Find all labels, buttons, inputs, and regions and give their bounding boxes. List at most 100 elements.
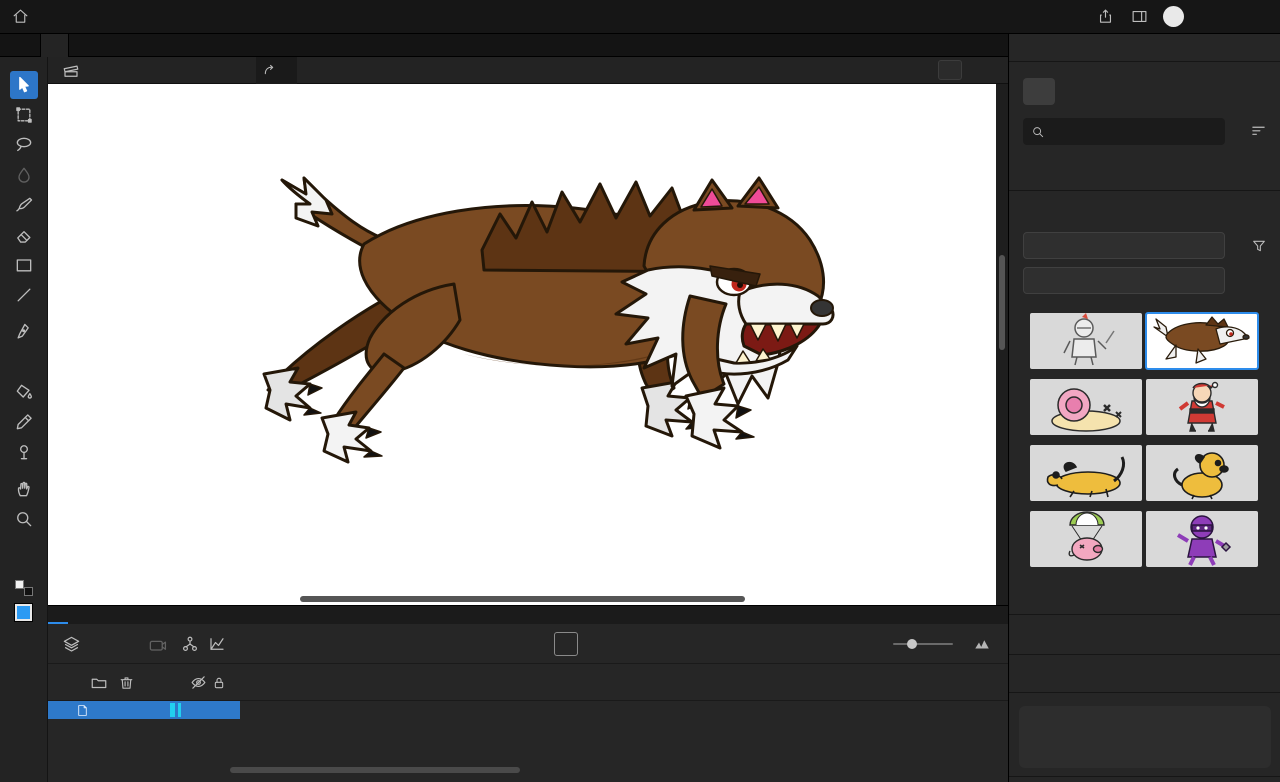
assets-panel-body	[1009, 62, 1280, 782]
frame-rate-value[interactable]	[248, 624, 250, 664]
menu-window[interactable]	[259, 0, 279, 34]
quick-share-play-icon[interactable]	[1156, 0, 1190, 34]
rectangle-tool[interactable]	[10, 251, 38, 279]
window-close-button[interactable]	[1250, 0, 1280, 34]
workspace-icon[interactable]	[1122, 0, 1156, 34]
mode-default-tab[interactable]	[1023, 78, 1055, 105]
layer-outline-color[interactable]	[170, 703, 175, 717]
menu-debug[interactable]	[239, 0, 259, 34]
free-transform-tool[interactable]	[10, 101, 38, 129]
timeline-panel	[48, 605, 1008, 782]
menu-text[interactable]	[179, 0, 199, 34]
filter-icon[interactable]	[1251, 238, 1267, 254]
timeline-scroll-thumb[interactable]	[230, 767, 520, 773]
paint-bucket-tool[interactable]	[10, 378, 38, 406]
menu-file[interactable]	[79, 0, 99, 34]
asset-thumb-wolf-run[interactable]	[1146, 313, 1258, 369]
timeline-tabs	[48, 606, 1008, 624]
zoom-level-dropdown[interactable]	[938, 60, 962, 80]
animate-app	[0, 0, 1280, 782]
selection-tool[interactable]	[10, 71, 38, 99]
asset-thumb-ninja[interactable]	[1146, 511, 1258, 567]
wolf-illustration[interactable]	[244, 174, 844, 474]
fill-color-swatch[interactable]	[15, 604, 32, 621]
timeline-ruler[interactable]	[240, 664, 1008, 701]
symbol-breadcrumb[interactable]	[256, 57, 297, 84]
lock-all-layers-icon[interactable]	[211, 664, 227, 701]
window-maximize-button[interactable]	[1220, 0, 1250, 34]
timeline-toolbar	[48, 624, 1008, 664]
fill-swatch-small[interactable]	[24, 587, 33, 596]
slider-knob[interactable]	[907, 639, 917, 649]
timeline-rows	[48, 701, 1008, 759]
eyedropper-tool[interactable]	[10, 408, 38, 436]
characters-dropdown-row	[1023, 232, 1267, 259]
canvas-area	[48, 84, 1008, 605]
menu-control[interactable]	[219, 0, 239, 34]
delete-layer-button[interactable]	[118, 664, 135, 701]
asset-thumb-dog-sitting[interactable]	[1146, 445, 1258, 501]
line-tool[interactable]	[10, 281, 38, 309]
search-input-box[interactable]	[1023, 118, 1225, 145]
camera-icon[interactable]	[148, 624, 167, 664]
layer-depth-icon[interactable]	[208, 624, 226, 664]
paint-brush-tool[interactable]	[10, 191, 38, 219]
tab-output[interactable]	[68, 606, 88, 624]
frame-size-icon[interactable]	[973, 624, 991, 664]
menu-edit[interactable]	[99, 0, 119, 34]
asset-thumb-santa[interactable]	[1146, 379, 1258, 435]
document-tab[interactable]	[40, 34, 69, 57]
tab-timeline[interactable]	[48, 606, 68, 624]
zoom-tool[interactable]	[10, 505, 38, 533]
menu-modify[interactable]	[159, 0, 179, 34]
canvas-horizontal-scrollbar[interactable]	[300, 596, 745, 602]
search-input[interactable]	[1052, 126, 1202, 138]
asset-thumb-knight[interactable]	[1030, 313, 1142, 369]
window-minimize-button[interactable]	[1190, 0, 1220, 34]
right-panel	[1008, 34, 1280, 782]
hand-tool[interactable]	[10, 475, 38, 503]
timeline-header	[48, 664, 1008, 701]
layer-row[interactable]	[48, 701, 240, 719]
asset-thumb-dog-lying[interactable]	[1030, 445, 1142, 501]
menu-insert[interactable]	[139, 0, 159, 34]
characters-dropdown[interactable]	[1023, 232, 1225, 259]
pen-tool[interactable]	[10, 318, 38, 346]
tools-panel	[0, 57, 48, 782]
asset-grid	[1030, 313, 1258, 567]
menu-view[interactable]	[119, 0, 139, 34]
auto-keyframe-button[interactable]	[554, 632, 578, 656]
timeline-zoom-slider[interactable]	[888, 624, 958, 664]
asset-warp-tool[interactable]	[10, 438, 38, 466]
menu-commands[interactable]	[199, 0, 219, 34]
share-icon[interactable]	[1088, 0, 1122, 34]
add-folder-button[interactable]	[90, 664, 108, 701]
canvas-vertical-scrollbar[interactable]	[999, 255, 1005, 350]
layer-outline-color-2	[178, 703, 181, 717]
panel-footer	[1009, 776, 1280, 782]
layers-stack-icon[interactable]	[62, 624, 81, 664]
menu-help[interactable]	[279, 0, 299, 34]
view-options-icon[interactable]	[1250, 123, 1267, 140]
fluid-brush-tool[interactable]	[10, 161, 38, 189]
stroke-fill-swatches[interactable]	[15, 580, 33, 596]
stroke-swatch[interactable]	[15, 580, 24, 589]
help-box	[1019, 706, 1271, 768]
text-tool[interactable]	[10, 348, 38, 376]
stage[interactable]	[48, 84, 996, 605]
hide-all-layers-icon[interactable]	[190, 664, 207, 701]
frame-gridlines	[240, 701, 1008, 759]
layer-icon	[76, 704, 89, 717]
menubar	[0, 0, 1280, 34]
asset-thumb-snail[interactable]	[1030, 379, 1142, 435]
asset-thumb-pig-parachute[interactable]	[1030, 511, 1142, 567]
objects-dropdown[interactable]	[1023, 267, 1225, 294]
lasso-tool[interactable]	[10, 131, 38, 159]
eraser-tool[interactable]	[10, 221, 38, 249]
layer-parenting-icon[interactable]	[181, 624, 199, 664]
timeline-scrollbar	[48, 759, 1008, 782]
document-tabstrip	[0, 34, 1008, 57]
more-tools-button[interactable]	[10, 542, 38, 570]
scene-icon	[62, 57, 80, 84]
home-icon[interactable]	[12, 8, 29, 25]
